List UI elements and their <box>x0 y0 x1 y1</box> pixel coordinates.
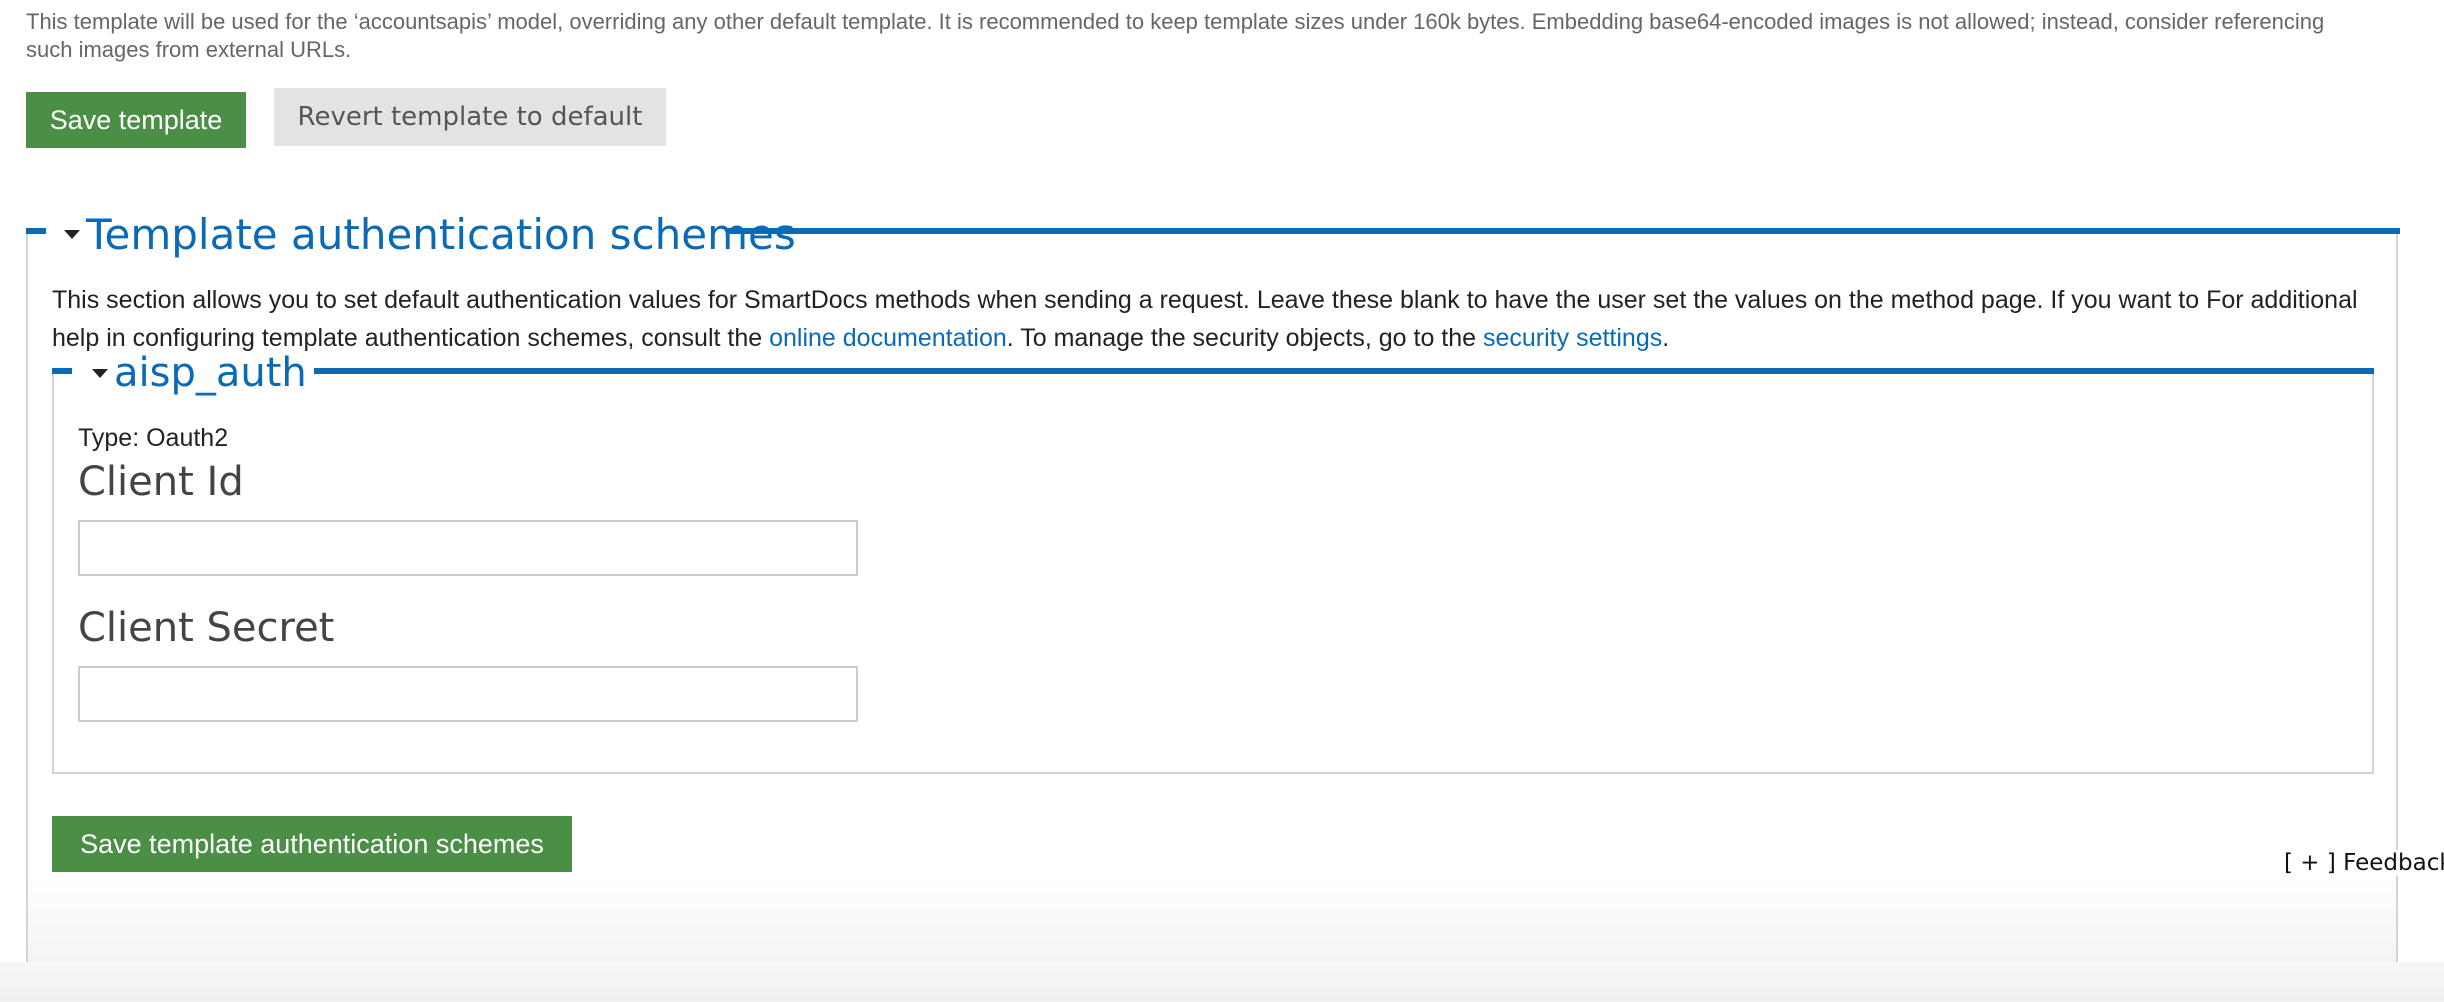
scheme-type: Type: Oauth2 <box>78 424 229 452</box>
client-id-input[interactable] <box>78 520 858 576</box>
revert-template-button[interactable]: Revert template to default <box>274 88 666 146</box>
template-auth-schemes-title: Template authentication schemes <box>86 209 796 259</box>
security-settings-link[interactable]: security settings <box>1483 324 1662 352</box>
auth-section-description: This section allows you to set default a… <box>52 281 2382 357</box>
save-auth-schemes-button[interactable]: Save template authentication schemes <box>52 816 572 872</box>
client-secret-input[interactable] <box>78 666 858 722</box>
caret-down-icon <box>64 229 80 239</box>
aisp-auth-title: aisp_auth <box>114 350 307 396</box>
description-text: . To manage the security objects, go to … <box>1006 324 1483 352</box>
client-id-label: Client Id <box>78 459 244 505</box>
template-auth-schemes-legend[interactable]: Template authentication schemes <box>64 204 796 264</box>
aisp-auth-legend[interactable]: aisp_auth <box>92 348 307 398</box>
feedback-toggle[interactable]: [ + ] Feedback <box>2284 850 2444 876</box>
page-bottom-strip <box>0 962 2444 1002</box>
outer-legend-rule-right <box>726 228 2400 234</box>
inner-legend-rule-left <box>52 368 72 374</box>
outer-legend-rule-left <box>26 228 46 234</box>
save-template-button[interactable]: Save template <box>26 92 246 148</box>
online-documentation-link[interactable]: online documentation <box>769 324 1007 352</box>
client-secret-label: Client Secret <box>78 605 335 651</box>
inner-legend-rule-right <box>314 368 2374 374</box>
caret-down-icon <box>92 368 108 378</box>
template-help-text: This template will be used for the ‘acco… <box>26 9 2325 62</box>
description-text: . <box>1662 324 1670 352</box>
